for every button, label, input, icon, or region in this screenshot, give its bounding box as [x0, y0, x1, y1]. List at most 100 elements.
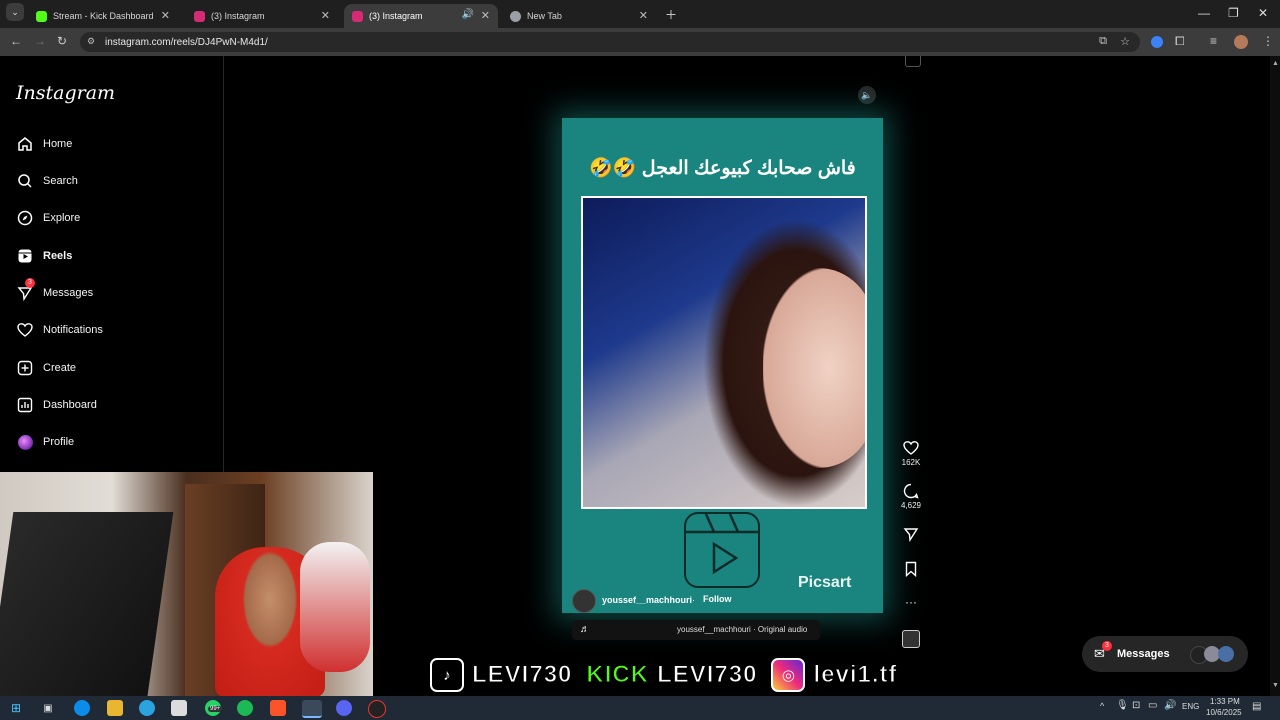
tiktok-icon: ♪: [430, 658, 464, 692]
sidebar-item-create[interactable]: Create: [16, 356, 76, 380]
scroll-down-icon[interactable]: ▼: [1272, 682, 1279, 689]
kick-handle: LEVI730: [657, 661, 758, 689]
chrome-menu-icon[interactable]: ⋮: [1262, 34, 1274, 48]
sidebar-item-reels[interactable]: Reels: [16, 244, 72, 268]
tab-instagram-1[interactable]: (3) Instagram ✕: [186, 4, 338, 28]
url-text: instagram.com/reels/DJ4PwN-M4d1/: [105, 37, 268, 48]
close-tab-icon[interactable]: ✕: [321, 9, 330, 22]
audio-thumbnail[interactable]: [891, 630, 931, 650]
task-view-icon[interactable]: ▣: [40, 700, 56, 716]
tab-instagram-2[interactable]: (3) Instagram 🔊 ✕: [344, 4, 498, 28]
tab-new-tab[interactable]: New Tab ✕: [502, 4, 656, 28]
share-action[interactable]: [891, 526, 931, 544]
close-tab-icon[interactable]: ✕: [639, 9, 648, 22]
tiktok-handle: LEVI730: [471, 661, 573, 689]
comment-action[interactable]: 4,629: [891, 483, 931, 510]
brave-icon[interactable]: [270, 700, 286, 716]
notification-center-icon[interactable]: ▤: [1252, 701, 1261, 712]
kick-logo: KICK: [586, 661, 650, 689]
sidebar-item-explore[interactable]: Explore: [16, 206, 80, 230]
sidebar-item-dashboard[interactable]: Dashboard: [16, 393, 97, 417]
edge-icon[interactable]: [74, 700, 90, 716]
author-username[interactable]: youssef__machhouri: [602, 595, 692, 605]
tab-title: Stream - Kick Dashboard: [53, 11, 154, 21]
sidebar-item-notifications[interactable]: Notifications: [16, 318, 103, 342]
close-window-icon[interactable]: ✕: [1258, 6, 1268, 20]
like-action[interactable]: 162K: [891, 440, 931, 467]
network-icon[interactable]: ▭: [1148, 700, 1157, 711]
reel-video[interactable]: فاش صحابك كبيوعك العجل 🤣🤣 Picsart yousse…: [562, 118, 883, 613]
scroll-up-icon[interactable]: ▲: [1272, 60, 1279, 67]
stream-socials-banner: ♪ LEVI730 KICK LEVI730 ◎ levi1.tf: [430, 658, 897, 692]
reel-caption: فاش صحابك كبيوعك العجل 🤣🤣: [589, 158, 856, 179]
store-icon[interactable]: [171, 700, 187, 716]
file-explorer-icon[interactable]: [107, 700, 123, 716]
search-icon: [16, 172, 34, 190]
extension-icon[interactable]: [1151, 36, 1163, 48]
back-icon[interactable]: ←: [10, 34, 22, 48]
more-options-icon[interactable]: ···: [891, 595, 931, 609]
instagram-logo[interactable]: Instagram: [16, 82, 115, 104]
site-info-icon[interactable]: ⚙: [87, 36, 95, 47]
speaker-icon[interactable]: 🔊: [1164, 700, 1176, 711]
gaming-chair-shape: [300, 542, 370, 672]
audio-bar[interactable]: ♬ youssef__machhouri · Original audio: [572, 620, 820, 640]
sidebar-item-search[interactable]: Search: [16, 169, 78, 193]
instagram-favicon-icon: [194, 10, 205, 22]
previous-reel-thumbnail[interactable]: [905, 56, 921, 67]
messages-pill[interactable]: ✉ 3 Messages: [1082, 636, 1248, 672]
like-count: 162K: [901, 458, 921, 467]
telegram-icon[interactable]: [139, 700, 155, 716]
close-tab-icon[interactable]: ✕: [481, 9, 490, 22]
profile-avatar-icon[interactable]: [1234, 35, 1248, 49]
extensions-puzzle-icon[interactable]: ⧠: [1175, 34, 1185, 49]
address-bar[interactable]: ⚙ instagram.com/reels/DJ4PwN-M4d1/ ⧉ ☆: [80, 32, 1140, 52]
media-controls-icon[interactable]: ≡: [1210, 34, 1217, 48]
close-tab-icon[interactable]: ✕: [161, 9, 170, 22]
chrome-taskbar-icon[interactable]: [302, 700, 322, 718]
messages-badge: 3: [25, 278, 35, 288]
comment-count: 4,629: [900, 501, 922, 510]
follow-button[interactable]: Follow: [703, 594, 732, 604]
forward-icon[interactable]: →: [34, 34, 46, 48]
kick-favicon-icon: [36, 10, 47, 22]
restore-icon[interactable]: ❐: [1228, 6, 1239, 20]
bookmark-star-icon[interactable]: ☆: [1120, 35, 1130, 48]
sidebar-item-messages[interactable]: 3 Messages: [16, 278, 94, 305]
clock-time[interactable]: 1:33 PM: [1210, 697, 1240, 706]
messages-pill-badge: 3: [1102, 641, 1112, 651]
obs-icon[interactable]: [368, 700, 386, 718]
plus-icon: [16, 359, 34, 377]
share-icon: [903, 528, 919, 543]
volume-icon[interactable]: 🔈: [858, 86, 876, 104]
tray-expand-icon[interactable]: ^: [1100, 701, 1104, 711]
sidebar-item-label: Create: [43, 362, 77, 374]
reload-icon[interactable]: ↻: [57, 34, 67, 48]
discord-icon[interactable]: [336, 700, 352, 716]
author-avatar[interactable]: [572, 589, 596, 613]
screen-icon[interactable]: ⊡: [1132, 700, 1140, 711]
monitor-shape: [0, 512, 174, 696]
page-scrollbar[interactable]: ▲ ▼: [1270, 56, 1280, 696]
sidebar-item-home[interactable]: Home: [16, 132, 72, 156]
tab-kick-dashboard[interactable]: Stream - Kick Dashboard ✕: [28, 4, 178, 28]
minimize-icon[interactable]: —: [1198, 6, 1210, 20]
tab-search-icon[interactable]: ⌄: [6, 3, 24, 21]
instagram-icon: ◎: [771, 658, 806, 692]
install-app-icon[interactable]: ⧉: [1099, 35, 1107, 48]
heart-icon: [16, 321, 34, 339]
sidebar-item-label: Messages: [43, 287, 94, 299]
save-action[interactable]: [891, 561, 931, 579]
sidebar-item-label: Dashboard: [43, 399, 97, 411]
spotify-icon[interactable]: [237, 700, 253, 716]
windows-start-icon[interactable]: ⊞: [8, 700, 24, 716]
audio-playing-icon[interactable]: 🔊: [462, 9, 474, 20]
language-indicator[interactable]: ENG: [1182, 702, 1199, 711]
sidebar-item-profile[interactable]: Profile: [16, 430, 74, 454]
explore-icon: [16, 209, 34, 227]
reel-video-frame: [581, 196, 867, 509]
microphone-icon[interactable]: 🎙: [1116, 700, 1129, 711]
new-tab-icon[interactable]: ＋: [665, 6, 677, 23]
clock-date[interactable]: 10/6/2025: [1206, 708, 1242, 717]
whatsapp-icon[interactable]: 99+: [205, 700, 223, 716]
